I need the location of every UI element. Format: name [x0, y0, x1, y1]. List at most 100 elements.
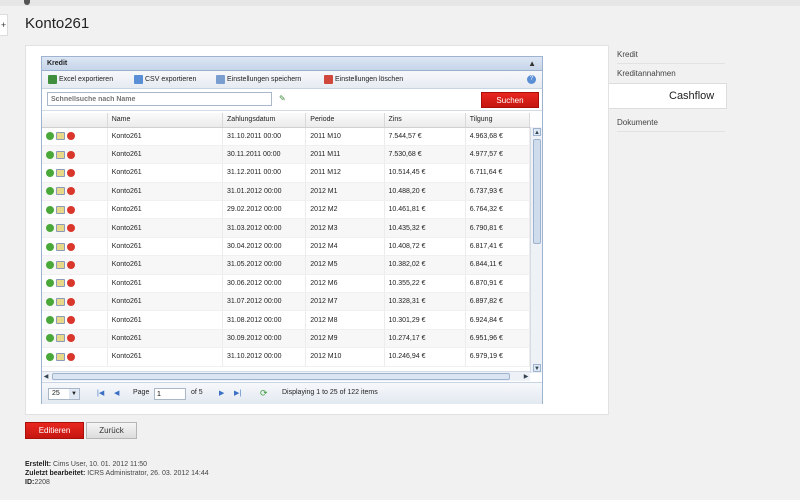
column-header[interactable]: Periode	[305, 113, 385, 128]
check-icon[interactable]	[46, 168, 54, 177]
prev-page-icon[interactable]: ◀	[114, 389, 119, 397]
delete-icon[interactable]	[67, 260, 75, 269]
check-icon[interactable]	[46, 242, 54, 251]
last-page-icon[interactable]: ▶|	[234, 389, 241, 397]
csv-export-button[interactable]: CSV exportieren	[134, 75, 196, 85]
edit-icon[interactable]	[56, 352, 65, 361]
edit-icon[interactable]	[56, 242, 65, 251]
delete-icon[interactable]	[67, 205, 75, 214]
table-row[interactable]: Konto261 30.09.2012 00:00 2012 M9 10.274,17…	[42, 329, 531, 349]
check-icon[interactable]	[46, 297, 54, 306]
delete-icon[interactable]	[67, 242, 75, 251]
table-row[interactable]: Konto261 30.11.2011 00:00 2011 M11 7.530,68…	[42, 145, 531, 165]
edit-icon[interactable]	[56, 224, 65, 233]
check-icon[interactable]	[46, 132, 54, 141]
table-row[interactable]: Konto261 31.10.2012 00:00 2012 M10 10.246,9…	[42, 347, 531, 367]
back-button[interactable]: Zurück	[86, 422, 137, 439]
check-icon[interactable]	[46, 260, 54, 269]
table-row[interactable]: Konto261 31.12.2011 00:00 2011 M12 10.514,4…	[42, 163, 531, 183]
collapse-icon[interactable]: ▲	[528, 57, 536, 71]
delete-settings-button[interactable]: Einstellungen löschen	[324, 75, 403, 85]
delete-icon[interactable]	[67, 334, 75, 343]
scroll-down-icon[interactable]: ▼	[533, 364, 541, 372]
delete-icon[interactable]	[67, 168, 75, 177]
nav-item-kreditannahmen[interactable]: Kreditannahmen	[617, 69, 676, 78]
table-row[interactable]: Konto261 31.05.2012 00:00 2012 M5 10.382,02…	[42, 255, 531, 275]
edit-icon[interactable]	[56, 316, 65, 325]
horizontal-scrollbar[interactable]: ◀ ▶	[42, 371, 530, 381]
table-row[interactable]: Konto261 31.07.2012 00:00 2012 M7 10.328,31…	[42, 292, 531, 312]
edit-icon[interactable]	[56, 334, 65, 343]
column-header[interactable]: Name	[107, 113, 224, 128]
check-icon[interactable]	[46, 334, 54, 343]
row-actions	[42, 127, 108, 146]
delete-icon[interactable]	[67, 352, 75, 361]
vertical-scroll-thumb[interactable]	[533, 139, 541, 244]
table-row[interactable]: Konto261 30.04.2012 00:00 2012 M4 10.408,72…	[42, 237, 531, 257]
delete-icon[interactable]	[67, 187, 75, 196]
table-cell: 31.08.2012 00:00	[222, 310, 307, 330]
table-cell: Konto261	[107, 255, 224, 275]
column-header[interactable]: Zins	[384, 113, 466, 128]
scroll-right-icon[interactable]: ▶	[522, 373, 530, 381]
edit-icon[interactable]	[56, 168, 65, 177]
delete-icon[interactable]	[67, 316, 75, 325]
row-actions	[42, 329, 108, 349]
next-page-icon[interactable]: ▶	[219, 389, 224, 397]
search-button[interactable]: Suchen	[481, 92, 539, 108]
clear-search-icon[interactable]: ✎	[279, 94, 286, 103]
first-page-icon[interactable]: |◀	[97, 389, 104, 397]
nav-item-kredit[interactable]: Kredit	[617, 50, 638, 59]
page-number-input[interactable]	[154, 388, 186, 400]
check-icon[interactable]	[46, 187, 54, 196]
column-header[interactable]: Tilgung	[465, 113, 531, 128]
table-row[interactable]: Konto261 29.02.2012 00:00 2012 M2 10.461,81…	[42, 200, 531, 220]
edit-icon[interactable]	[56, 205, 65, 214]
table-row[interactable]: Konto261 31.08.2012 00:00 2012 M8 10.301,29…	[42, 310, 531, 330]
top-handle-icon[interactable]	[24, 0, 30, 5]
check-icon[interactable]	[46, 224, 54, 233]
help-icon[interactable]: ?	[527, 75, 536, 84]
nav-item-cashflow[interactable]: Cashflow	[609, 83, 727, 109]
refresh-icon[interactable]: ⟳	[260, 388, 268, 399]
save-settings-button[interactable]: Einstellungen speichern	[216, 75, 301, 85]
column-header-actions[interactable]	[42, 113, 108, 128]
edit-icon[interactable]	[56, 150, 65, 159]
check-icon[interactable]	[46, 316, 54, 325]
delete-icon[interactable]	[67, 297, 75, 306]
vertical-scrollbar[interactable]: ▲ ▼	[530, 127, 542, 373]
search-input[interactable]	[47, 92, 272, 106]
check-icon[interactable]	[46, 205, 54, 214]
page-size-select[interactable]: 25 ▼	[48, 388, 80, 400]
horizontal-scroll-thumb[interactable]	[52, 373, 510, 380]
scroll-left-icon[interactable]: ◀	[42, 373, 50, 381]
delete-icon[interactable]	[67, 132, 75, 141]
check-icon[interactable]	[46, 279, 54, 288]
edit-icon[interactable]	[56, 260, 65, 269]
delete-icon[interactable]	[67, 224, 75, 233]
table-row[interactable]: Konto261 31.01.2012 00:00 2012 M1 10.488,20…	[42, 182, 531, 202]
table-row[interactable]: Konto261 30.06.2012 00:00 2012 M6 10.355,22…	[42, 274, 531, 294]
delete-icon[interactable]	[67, 279, 75, 288]
edit-button[interactable]: Editieren	[25, 422, 84, 439]
nav-item-dokumente[interactable]: Dokumente	[617, 118, 658, 127]
data-table: Name Zahlungsdatum Periode Zins Tilgung Kont…	[42, 113, 531, 367]
row-actions	[42, 163, 108, 183]
table-row[interactable]: Konto261 31.10.2011 00:00 2011 M10 7.544,57…	[42, 127, 531, 146]
column-header[interactable]: Zahlungsdatum	[222, 113, 307, 128]
scroll-up-icon[interactable]: ▲	[533, 128, 541, 136]
edit-icon[interactable]	[56, 132, 65, 141]
delete-icon[interactable]	[67, 150, 75, 159]
table-row[interactable]: Konto261 31.03.2012 00:00 2012 M3 10.435,32…	[42, 218, 531, 238]
table-cell: 2012 M6	[305, 274, 385, 294]
check-icon[interactable]	[46, 352, 54, 361]
table-cell: 31.05.2012 00:00	[222, 255, 307, 275]
table-cell: 6.711,64 €	[465, 163, 531, 183]
table-cell: 2012 M5	[305, 255, 385, 275]
edit-icon[interactable]	[56, 297, 65, 306]
edit-icon[interactable]	[56, 279, 65, 288]
edit-icon[interactable]	[56, 187, 65, 196]
expand-left-tab[interactable]: +	[0, 14, 8, 36]
check-icon[interactable]	[46, 150, 54, 159]
excel-export-button[interactable]: Excel exportieren	[48, 75, 113, 85]
